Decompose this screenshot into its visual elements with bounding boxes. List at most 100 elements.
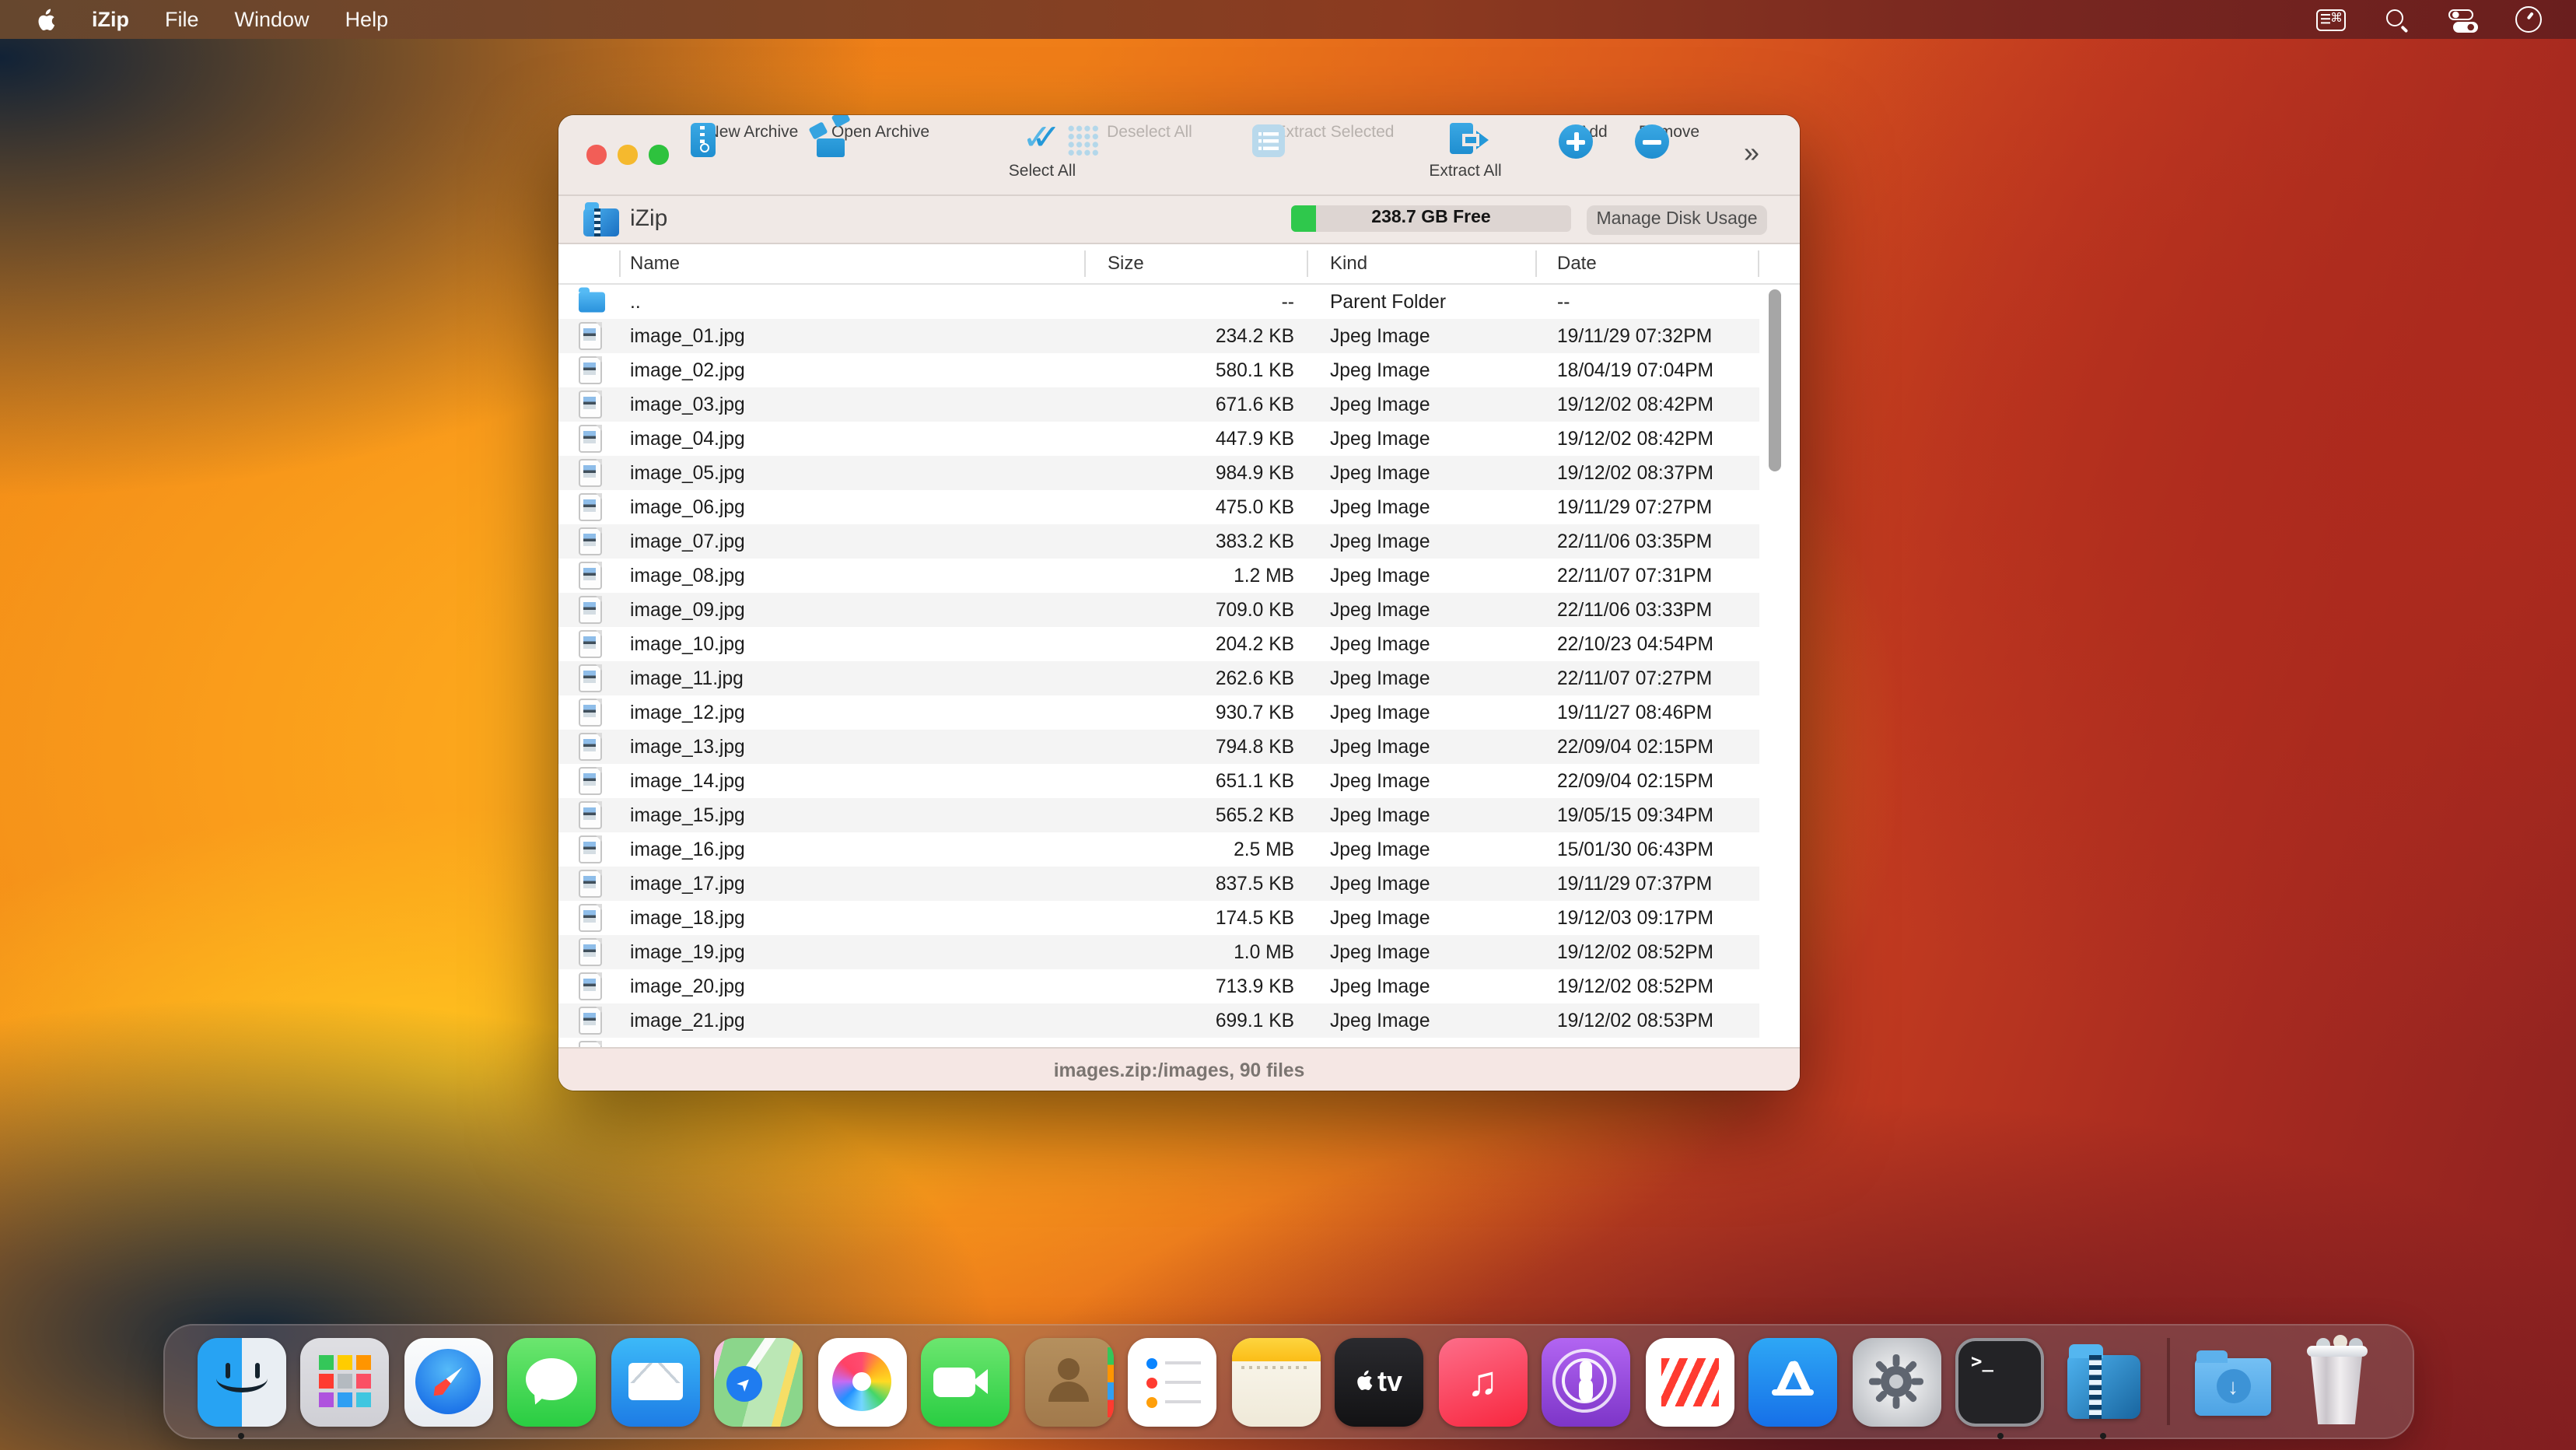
- clock-icon[interactable]: [2515, 6, 2542, 33]
- table-row[interactable]: image_13.jpg794.8 KBJpeg Image22/09/04 0…: [558, 730, 1759, 764]
- table-row[interactable]: image_01.jpg234.2 KBJpeg Image19/11/29 0…: [558, 319, 1759, 353]
- dock-item-appstore[interactable]: [1748, 1337, 1837, 1426]
- zoom-window-button[interactable]: [649, 145, 668, 164]
- file-date: 19/12/02 08:42PM: [1557, 428, 1713, 450]
- dock-item-finder[interactable]: [197, 1337, 285, 1426]
- menu-item-file[interactable]: File: [165, 8, 199, 31]
- file-kind: Jpeg Image: [1330, 839, 1430, 860]
- jpeg-file-icon: [579, 733, 602, 761]
- file-name: image_14.jpg: [630, 770, 745, 792]
- dock-item-downloads[interactable]: [2189, 1337, 2277, 1426]
- file-name: image_08.jpg: [630, 565, 745, 587]
- table-row[interactable]: image_03.jpg671.6 KBJpeg Image19/12/02 0…: [558, 387, 1759, 422]
- dock-item-podcasts[interactable]: [1542, 1337, 1630, 1426]
- table-row[interactable]: image_14.jpg651.1 KBJpeg Image22/09/04 0…: [558, 764, 1759, 798]
- table-row[interactable]: image_12.jpg930.7 KBJpeg Image19/11/27 0…: [558, 695, 1759, 730]
- toolbar-open-archive-button[interactable]: Open Archive: [810, 123, 950, 188]
- dock-item-izip[interactable]: [2059, 1337, 2147, 1426]
- dock-item-photos[interactable]: [817, 1337, 906, 1426]
- dock-item-appletv[interactable]: tv: [1335, 1337, 1423, 1426]
- running-indicator-dot: [1997, 1432, 2003, 1438]
- scrollbar-thumb[interactable]: [1769, 289, 1781, 471]
- deselect-all-icon: [1067, 124, 1100, 157]
- table-row[interactable]: image_19.jpg1.0 MBJpeg Image19/12/02 08:…: [558, 935, 1759, 969]
- disk-usage-gauge: 238.7 GB Free: [1291, 205, 1571, 232]
- table-row[interactable]: image_06.jpg475.0 KBJpeg Image19/11/29 0…: [558, 490, 1759, 524]
- downloads-icon: [2189, 1337, 2277, 1426]
- new-archive-icon: [691, 123, 716, 157]
- dock-item-maps[interactable]: [714, 1337, 803, 1426]
- file-kind: Jpeg Image: [1330, 325, 1430, 347]
- table-row[interactable]: image_07.jpg383.2 KBJpeg Image22/11/06 0…: [558, 524, 1759, 559]
- manage-disk-usage-button[interactable]: Manage Disk Usage: [1587, 205, 1767, 234]
- menu-item-help[interactable]: Help: [345, 8, 389, 31]
- column-header-name[interactable]: Name: [630, 251, 680, 273]
- file-date: 19/12/02 08:52PM: [1557, 941, 1713, 963]
- file-date: 19/11/27 08:46PM: [1557, 702, 1712, 723]
- table-row[interactable]: image_20.jpg713.9 KBJpeg Image19/12/02 0…: [558, 969, 1759, 1003]
- table-row[interactable]: ..--Parent Folder--: [558, 285, 1759, 319]
- table-row[interactable]: image_10.jpg204.2 KBJpeg Image22/10/23 0…: [558, 627, 1759, 661]
- column-header-kind[interactable]: Kind: [1330, 251, 1367, 273]
- menu-item-window[interactable]: Window: [235, 8, 310, 31]
- dock-item-settings[interactable]: [1852, 1337, 1941, 1426]
- status-bar-text: images.zip:/images, 90 files: [1054, 1059, 1305, 1080]
- table-row[interactable]: image_18.jpg174.5 KBJpeg Image19/12/03 0…: [558, 901, 1759, 935]
- file-name: image_11.jpg: [630, 667, 744, 689]
- minimize-window-button[interactable]: [618, 145, 637, 164]
- table-row-partial[interactable]: [558, 1038, 1759, 1047]
- table-row[interactable]: image_04.jpg447.9 KBJpeg Image19/12/02 0…: [558, 422, 1759, 456]
- file-date: 19/12/02 08:42PM: [1557, 394, 1713, 415]
- dock-item-music[interactable]: [1438, 1337, 1527, 1426]
- table-row[interactable]: image_11.jpg262.6 KBJpeg Image22/11/07 0…: [558, 661, 1759, 695]
- table-row[interactable]: image_05.jpg984.9 KBJpeg Image19/12/02 0…: [558, 456, 1759, 490]
- dock-item-reminders[interactable]: [1128, 1337, 1216, 1426]
- jpeg-file-icon: [579, 801, 602, 829]
- file-kind: Jpeg Image: [1330, 667, 1430, 689]
- table-row[interactable]: image_15.jpg565.2 KBJpeg Image19/05/15 0…: [558, 798, 1759, 832]
- dock-item-trash[interactable]: [2292, 1337, 2381, 1426]
- table-row[interactable]: image_17.jpg837.5 KBJpeg Image19/11/29 0…: [558, 867, 1759, 901]
- table-row[interactable]: image_08.jpg1.2 MBJpeg Image22/11/07 07:…: [558, 559, 1759, 593]
- apple-menu-icon[interactable]: [36, 7, 56, 32]
- info-bar: iZip 238.7 GB Free Manage Disk Usage: [558, 196, 1800, 244]
- column-header-date[interactable]: Date: [1557, 251, 1597, 273]
- toolbar-overflow-chevron-icon[interactable]: »: [1744, 137, 1756, 170]
- dock-item-messages[interactable]: [507, 1337, 596, 1426]
- file-size: 1.2 MB: [1084, 565, 1294, 587]
- dock-item-notes[interactable]: [1231, 1337, 1320, 1426]
- toolbar-extract-all-button[interactable]: Extract All: [1395, 123, 1535, 188]
- search-icon[interactable]: [2386, 9, 2408, 30]
- close-window-button[interactable]: [586, 145, 606, 164]
- file-date: 22/09/04 02:15PM: [1557, 770, 1713, 792]
- dock-item-safari[interactable]: [404, 1337, 492, 1426]
- dock-item-launchpad[interactable]: [300, 1337, 389, 1426]
- input-source-icon[interactable]: [2316, 9, 2346, 30]
- toolbar-add-button[interactable]: Add: [1556, 123, 1630, 188]
- control-center-icon[interactable]: [2448, 9, 2475, 30]
- table-row[interactable]: image_09.jpg709.0 KBJpeg Image22/11/06 0…: [558, 593, 1759, 627]
- dock-item-contacts[interactable]: [1024, 1337, 1113, 1426]
- jpeg-file-icon: [579, 596, 602, 624]
- table-row[interactable]: image_21.jpg699.1 KBJpeg Image19/12/02 0…: [558, 1003, 1759, 1038]
- table-row[interactable]: image_02.jpg580.1 KBJpeg Image18/04/19 0…: [558, 353, 1759, 387]
- file-name: image_17.jpg: [630, 873, 745, 895]
- file-name: image_20.jpg: [630, 975, 745, 997]
- select-all-icon: [1022, 123, 1062, 160]
- menu-bar-status-icons: [2316, 6, 2576, 33]
- jpeg-file-icon: [579, 493, 602, 521]
- dock-item-news[interactable]: [1645, 1337, 1734, 1426]
- table-row[interactable]: image_16.jpg2.5 MBJpeg Image15/01/30 06:…: [558, 832, 1759, 867]
- menu-item-izip[interactable]: iZip: [92, 8, 129, 31]
- file-kind: Jpeg Image: [1330, 804, 1430, 826]
- toolbar-new-archive-button[interactable]: New Archive: [683, 123, 823, 188]
- dock-item-facetime[interactable]: [921, 1337, 1010, 1426]
- dock-item-mail[interactable]: [611, 1337, 699, 1426]
- dock-item-terminal[interactable]: [1955, 1337, 2044, 1426]
- toolbar-remove-button[interactable]: Remove: [1632, 123, 1706, 188]
- file-kind: Jpeg Image: [1330, 462, 1430, 484]
- column-header-size[interactable]: Size: [1108, 251, 1144, 273]
- file-name: image_02.jpg: [630, 359, 745, 381]
- jpeg-file-icon: [579, 527, 602, 555]
- desktop: iZip File Window Help New ArchiveOpen Archi…: [0, 0, 2576, 1450]
